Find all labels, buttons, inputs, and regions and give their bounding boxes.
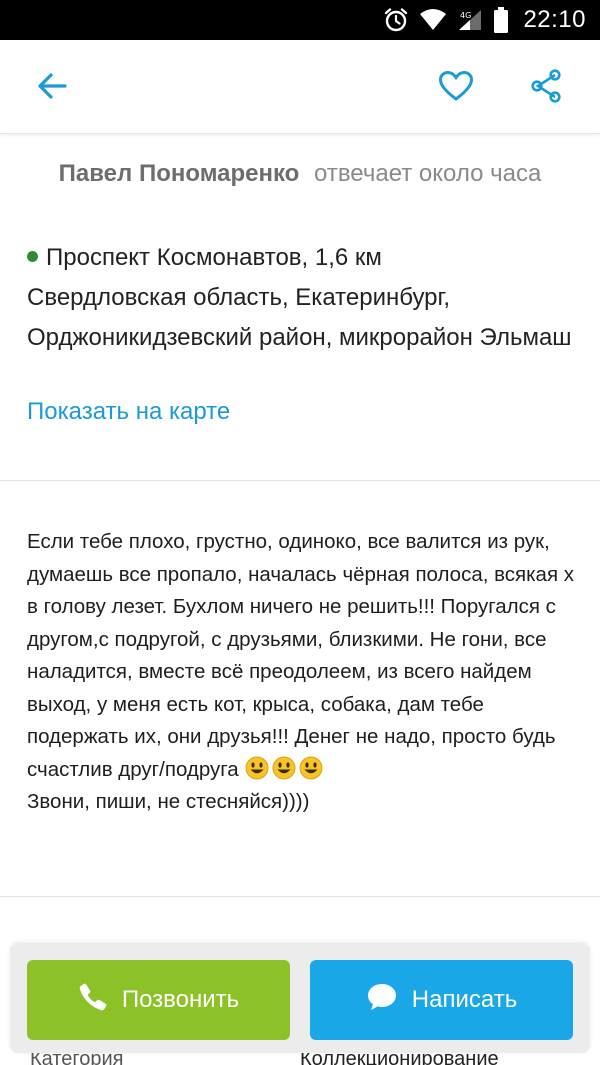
share-icon (529, 69, 563, 107)
description-closing: Звони, пиши, не стесняйся)))) (27, 790, 310, 813)
address-block: Проспект Космонавтов, 1,6 км Свердловска… (27, 238, 577, 358)
back-arrow-icon (36, 72, 68, 104)
status-time: 22:10 (523, 6, 586, 33)
battery-icon (493, 6, 509, 34)
favorite-button[interactable] (434, 66, 478, 110)
signal-icon: 4G (457, 8, 483, 32)
full-address: Свердловская область, Екатеринбург, Ордж… (27, 284, 572, 351)
smiley-emoji-icon (245, 756, 269, 780)
app-bar (0, 40, 600, 134)
alarm-icon (383, 7, 409, 33)
phone-icon (78, 982, 108, 1019)
message-button-label: Написать (411, 986, 518, 1013)
smiley-emoji-icon (272, 756, 296, 780)
wifi-icon (419, 8, 447, 32)
chat-bubble-icon (366, 982, 398, 1019)
heart-icon (438, 70, 474, 106)
contact-action-bar: Позвонить Написать (10, 943, 590, 1053)
show-on-map-link[interactable]: Показать на карте (27, 398, 230, 426)
status-bar: 4G 22:10 (0, 0, 600, 40)
svg-text:4G: 4G (460, 11, 471, 20)
screen: 4G 22:10 Павел Пономаренко отвечает окол… (0, 0, 600, 1065)
metro-dot-icon (27, 251, 38, 263)
call-button[interactable]: Позвонить (27, 960, 290, 1040)
description-text: Если тебе плохо, грустно, одиноко, все в… (27, 530, 575, 781)
seller-row: Павел Пономаренко отвечает около часа (0, 160, 600, 200)
ad-description: Если тебе плохо, грустно, одиноко, все в… (27, 526, 577, 819)
back-button[interactable] (30, 66, 74, 110)
message-button[interactable]: Написать (310, 960, 573, 1040)
share-button[interactable] (524, 66, 568, 110)
seller-name[interactable]: Павел Пономаренко (59, 160, 300, 187)
divider (0, 896, 600, 897)
divider (0, 480, 600, 481)
metro-line: Проспект Космонавтов, 1,6 км (27, 238, 577, 278)
call-button-label: Позвонить (121, 986, 240, 1013)
smiley-emoji-icon (299, 756, 323, 780)
smiley-emoji-group (245, 756, 323, 780)
metro-station: Проспект Космонавтов, 1,6 км (46, 244, 382, 271)
seller-response-time: отвечает около часа (314, 160, 542, 187)
